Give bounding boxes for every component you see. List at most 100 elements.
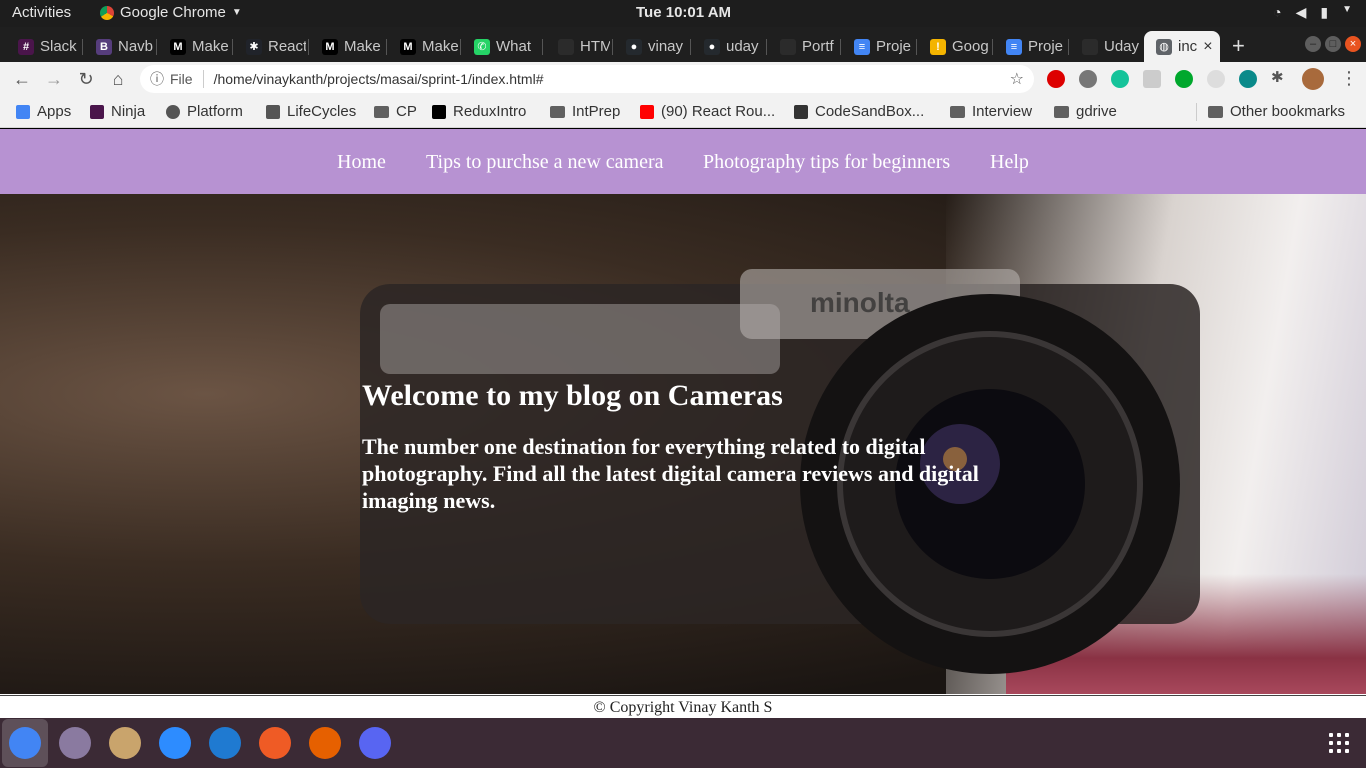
bookmark-label: (90) React Rou...: [661, 103, 776, 120]
grammarly-extension-icon[interactable]: [1111, 70, 1129, 88]
address-bar[interactable]: ⓘ File /home/vinaykanth/projects/masai/s…: [140, 65, 1034, 93]
github-icon: ●: [626, 38, 642, 55]
browser-tab[interactable]: # Slack: [6, 31, 80, 62]
bookmark-item[interactable]: Other bookmarks: [1208, 103, 1345, 120]
browser-tab[interactable]: M Make: [388, 31, 458, 62]
system-tray[interactable]: ◔ ◀ ▮ ▼: [1273, 4, 1352, 21]
bookmark-item[interactable]: CP: [374, 103, 417, 120]
bookmark-item[interactable]: (90) React Rou...: [640, 103, 775, 120]
bookmark-item[interactable]: Platform: [166, 103, 243, 120]
nav-link-home[interactable]: Home: [337, 151, 386, 174]
browser-tab[interactable]: ● vinay: [614, 31, 688, 62]
chrome-icon[interactable]: [2, 719, 48, 767]
browser-tab[interactable]: ◍ inc ×: [1144, 31, 1220, 62]
dock-icon-graphic: [109, 727, 141, 759]
home-button[interactable]: ⌂: [106, 67, 130, 91]
bookmark-label: Ninja: [111, 103, 146, 120]
nav-link-camera-tips[interactable]: Tips to purchse a new camera: [426, 151, 664, 174]
bookmark-label: CP: [396, 103, 417, 120]
nav-link-help[interactable]: Help: [990, 151, 1029, 174]
browser-tab[interactable]: B Navb: [84, 31, 154, 62]
github-icon: ●: [704, 38, 720, 55]
bookmark-item[interactable]: IntPrep: [550, 103, 620, 120]
bookmark-item[interactable]: gdrive: [1054, 103, 1117, 120]
forward-button[interactable]: →: [42, 67, 66, 91]
close-tab-icon[interactable]: ×: [1203, 38, 1212, 56]
scheme-label: File: [170, 71, 193, 87]
folder-icon: [950, 105, 965, 118]
tab-divider: [840, 39, 841, 55]
site-info-icon[interactable]: ⓘ: [150, 69, 164, 89]
qr-extension-icon[interactable]: [1143, 70, 1161, 88]
tab-label: uday: [726, 38, 759, 55]
menu-kebab-icon[interactable]: ⋮: [1340, 68, 1358, 89]
browser-tab[interactable]: Uday: [1070, 31, 1140, 62]
browser-tab[interactable]: ✱ React: [234, 31, 306, 62]
folder-icon: [374, 105, 389, 118]
volume-icon: ◀: [1295, 4, 1307, 20]
app-menu[interactable]: Google Chrome ▼: [100, 4, 242, 21]
tab-label: Slack: [40, 38, 77, 55]
tab-label: Make: [422, 38, 458, 55]
browser-tab[interactable]: ● uday: [692, 31, 764, 62]
tab-label: HTML: [580, 38, 610, 55]
browser-tab[interactable]: Portf: [768, 31, 838, 62]
tab-divider: [612, 39, 613, 55]
gear-extension-icon[interactable]: [1079, 70, 1097, 88]
browser-tab[interactable]: ✆ What: [462, 31, 540, 62]
profile-avatar[interactable]: [1302, 68, 1324, 90]
globe-icon: ◍: [1156, 38, 1172, 55]
show-applications-icon[interactable]: [1329, 733, 1349, 753]
dock-icon-graphic: [9, 727, 41, 759]
activities-button[interactable]: Activities: [12, 4, 71, 21]
browser-tab[interactable]: HTML: [546, 31, 610, 62]
bookmark-label: Platform: [187, 103, 243, 120]
nav-link-beginner-tips[interactable]: Photography tips for beginners: [703, 151, 950, 174]
browser-tab[interactable]: M Make: [158, 31, 230, 62]
tab-divider: [156, 39, 157, 55]
discord-icon[interactable]: [358, 726, 392, 760]
bookmark-star-icon[interactable]: ☆: [1010, 69, 1024, 89]
bookmark-label: ReduxIntro: [453, 103, 527, 120]
medium-icon: M: [170, 38, 186, 55]
tab-divider: [992, 39, 993, 55]
bookmark-item[interactable]: Apps: [16, 103, 71, 120]
back-button[interactable]: ←: [10, 67, 34, 91]
evernote-extension-icon[interactable]: [1175, 70, 1193, 88]
file-manager-icon[interactable]: [108, 726, 142, 760]
screenshot-tool-icon[interactable]: [58, 726, 92, 760]
dock-icon-graphic: [309, 727, 341, 759]
tab-divider: [690, 39, 691, 55]
book-icon: [266, 104, 280, 119]
hero-title: Welcome to my blog on Cameras: [362, 379, 783, 412]
reload-button[interactable]: ↻: [74, 67, 98, 91]
adblock-extension-icon[interactable]: [1047, 70, 1065, 88]
loom-extension-icon[interactable]: [1239, 70, 1257, 88]
close-window-button[interactable]: ×: [1345, 36, 1361, 52]
zoom-icon[interactable]: [158, 726, 192, 760]
postman-icon[interactable]: [258, 726, 292, 760]
browser-tab[interactable]: M Make: [310, 31, 384, 62]
browser-tab[interactable]: ≡ Proje: [842, 31, 914, 62]
maximize-button[interactable]: □: [1325, 36, 1341, 52]
tab-label: What: [496, 38, 532, 55]
bookmark-item[interactable]: CodeSandBox...: [794, 103, 924, 120]
url-text[interactable]: /home/vinaykanth/projects/masai/sprint-1…: [214, 71, 544, 87]
firefox-icon[interactable]: [308, 726, 342, 760]
bookmarks-divider: [1196, 103, 1197, 121]
bookmark-item[interactable]: LifeCycles: [266, 103, 356, 120]
browser-tab[interactable]: ! Goog: [918, 31, 990, 62]
vscode-icon[interactable]: [208, 726, 242, 760]
extensions-puzzle-icon[interactable]: ✱: [1271, 68, 1289, 86]
system-top-bar: Activities Google Chrome ▼ Tue 10:01 AM …: [0, 0, 1366, 27]
minimize-button[interactable]: –: [1305, 36, 1321, 52]
timer-extension-icon[interactable]: [1207, 70, 1225, 88]
clock[interactable]: Tue 10:01 AM: [636, 4, 731, 21]
bookmark-item[interactable]: ReduxIntro: [432, 103, 526, 120]
browser-tab[interactable]: ≡ Proje: [994, 31, 1066, 62]
bookmark-item[interactable]: Interview: [950, 103, 1032, 120]
globe-icon: [166, 104, 180, 119]
new-tab-button[interactable]: +: [1232, 33, 1245, 59]
bookmark-item[interactable]: Ninja: [90, 103, 145, 120]
hero-subtitle: The number one destination for everythin…: [362, 434, 979, 513]
